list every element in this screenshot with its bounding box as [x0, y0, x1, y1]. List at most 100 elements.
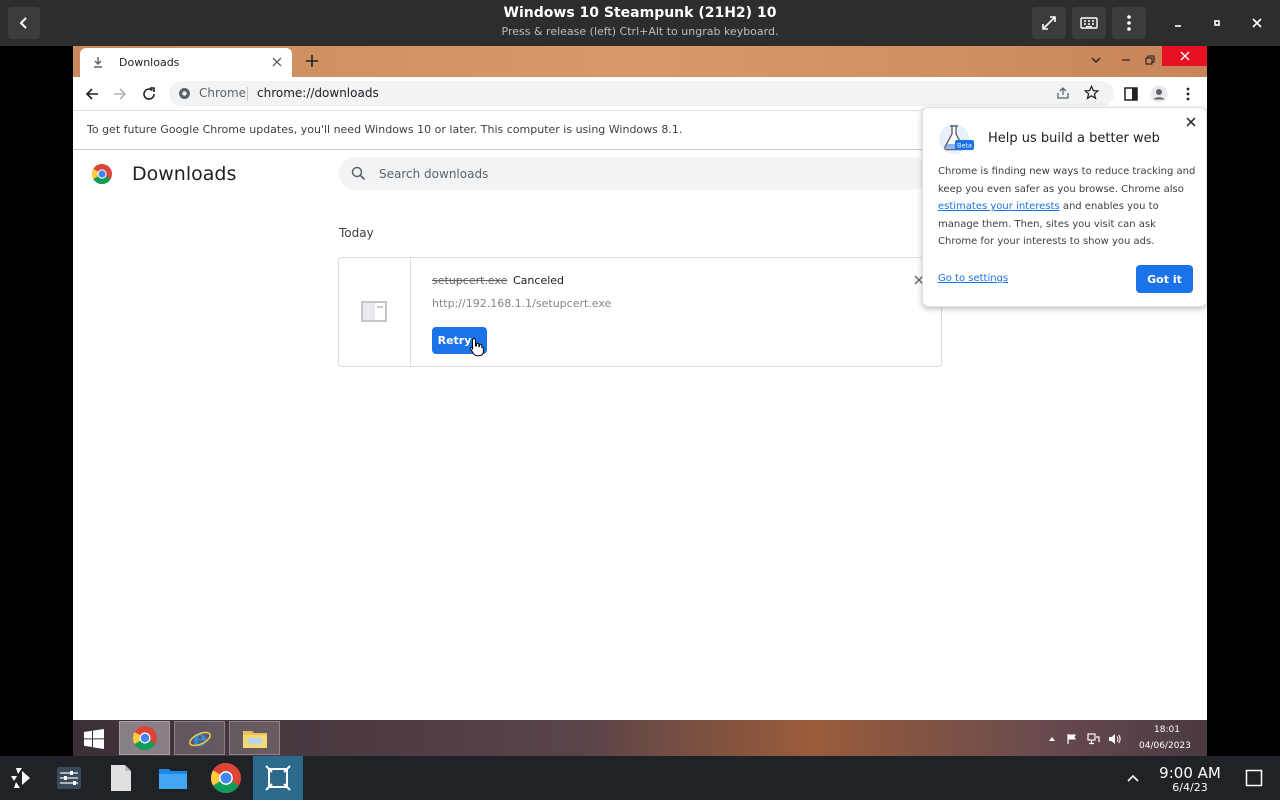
search-input[interactable]	[379, 157, 919, 190]
chevron-down-icon	[1091, 57, 1101, 64]
host-clock-date[interactable]: 6/4/23	[1130, 781, 1250, 794]
show-desktop-button[interactable]	[1238, 762, 1270, 794]
host-launcher-button[interactable]	[5, 762, 37, 794]
address-bar[interactable]: Chrome chrome://downloads	[169, 81, 1114, 106]
close-tab-icon[interactable]	[270, 55, 284, 69]
keyboard-icon	[1080, 17, 1098, 29]
bubble-body: Chrome is finding new ways to reduce tra…	[938, 163, 1196, 251]
host-minimize-button[interactable]	[1168, 13, 1188, 33]
minimize-icon	[1122, 59, 1130, 61]
host-settings-button[interactable]	[53, 762, 85, 794]
host-taskbar: 9:00 AM 6/4/23	[0, 756, 1280, 800]
chrome-logo-icon	[92, 164, 112, 184]
download-item: setupcert.exe Canceled http://192.168.1.…	[338, 257, 942, 367]
taskbar-file-explorer[interactable]	[229, 721, 280, 755]
host-maximize-button[interactable]	[1207, 13, 1227, 33]
tab-downloads[interactable]: Downloads	[80, 48, 292, 77]
download-url[interactable]: http://192.168.1.1/setupcert.exe	[432, 297, 611, 310]
chrome-menu-button[interactable]	[1178, 84, 1198, 104]
file-icon-cell	[339, 258, 411, 366]
menu-button[interactable]	[1112, 7, 1146, 39]
tray-action-center[interactable]	[1065, 732, 1079, 746]
close-icon	[1252, 18, 1262, 28]
estimates-interests-link[interactable]: estimates your interests	[938, 201, 1060, 212]
reload-button[interactable]	[139, 84, 159, 104]
tray-volume[interactable]	[1107, 732, 1121, 746]
window-restore-button[interactable]	[1140, 50, 1160, 70]
tab-strip: Downloads	[73, 46, 1207, 77]
keyboard-button[interactable]	[1072, 7, 1106, 39]
address-site-chip: Chrome	[199, 86, 247, 100]
bubble-title: Help us build a better web	[988, 131, 1160, 146]
fullscreen-button[interactable]	[1032, 7, 1066, 39]
new-tab-icon[interactable]	[303, 52, 321, 70]
search-icon	[351, 166, 366, 181]
more-vertical-icon	[1127, 15, 1131, 31]
browser-toolbar: Chrome chrome://downloads	[73, 77, 1207, 110]
network-icon	[1086, 733, 1100, 745]
flag-icon	[1067, 734, 1076, 744]
side-panel-icon	[1124, 87, 1138, 101]
restore-icon	[1145, 55, 1155, 65]
avatar-icon	[1150, 85, 1168, 103]
host-close-button[interactable]	[1247, 13, 1267, 33]
host-vm-viewer-button[interactable]	[262, 762, 294, 794]
chrome-icon	[132, 726, 157, 750]
launcher-icon	[11, 768, 30, 788]
maximize-icon	[1214, 20, 1220, 26]
folder-icon	[242, 731, 267, 748]
arrow-left-icon	[85, 88, 98, 100]
file-icon	[361, 301, 387, 322]
share-icon[interactable]	[1056, 86, 1070, 100]
host-clock-time[interactable]: 9:00 AM	[1130, 764, 1250, 782]
taskbar-chrome[interactable]	[119, 721, 170, 755]
tab-title: Downloads	[119, 56, 180, 69]
hand-cursor-icon	[470, 337, 484, 357]
folder-icon	[159, 769, 187, 789]
sliders-icon	[57, 767, 81, 789]
profile-button[interactable]	[1149, 84, 1169, 104]
svg-text:e: e	[193, 726, 207, 750]
host-chrome-button[interactable]	[210, 762, 242, 794]
bubble-body-text-1: Chrome is finding new ways to reduce tra…	[938, 166, 1196, 195]
expand-icon	[1042, 16, 1056, 30]
side-panel-button[interactable]	[1121, 84, 1141, 104]
desktop-icon	[1245, 769, 1263, 787]
close-bubble-icon[interactable]	[1184, 115, 1198, 129]
privacy-bubble: Beta Help us build a better web Chrome i…	[922, 107, 1207, 307]
speaker-icon	[1108, 734, 1121, 744]
window-close-button[interactable]	[1162, 46, 1207, 66]
date-section-label: Today	[339, 226, 374, 240]
host-text-editor-button[interactable]	[105, 762, 137, 794]
document-icon	[111, 765, 131, 791]
address-url[interactable]: chrome://downloads	[257, 86, 379, 100]
windows-start-icon[interactable]	[83, 728, 105, 750]
taskbar-internet-explorer[interactable]: e	[174, 721, 225, 755]
download-filename[interactable]: setupcert.exe	[432, 274, 507, 287]
tray-overflow-button[interactable]	[1045, 732, 1059, 746]
star-icon[interactable]	[1084, 85, 1099, 100]
tray-network[interactable]	[1086, 732, 1100, 746]
chrome-icon	[211, 763, 241, 793]
window-minimize-button[interactable]	[1116, 50, 1136, 70]
close-icon	[1180, 51, 1189, 61]
chrome-site-icon	[179, 88, 190, 99]
page-title: Downloads	[132, 163, 237, 185]
tab-search-button[interactable]	[1086, 50, 1106, 70]
infobar-text: To get future Google Chrome updates, you…	[87, 123, 683, 136]
more-vertical-icon	[1186, 87, 1190, 101]
address-separator	[247, 87, 248, 101]
back-button[interactable]	[82, 84, 102, 104]
internet-explorer-icon: e	[188, 726, 211, 750]
got-it-button[interactable]: Got it	[1136, 265, 1193, 293]
forward-button[interactable]	[110, 84, 130, 104]
guest-clock-date[interactable]: 04/06/2023	[1139, 741, 1191, 751]
vm-icon	[265, 765, 291, 791]
go-to-settings-link[interactable]: Go to settings	[938, 273, 1008, 284]
download-status: Canceled	[513, 274, 565, 287]
beta-flask-icon: Beta	[939, 124, 974, 154]
guest-clock-time[interactable]: 18:01	[1154, 725, 1180, 735]
chevron-up-icon	[1049, 737, 1055, 741]
guest-taskbar: e 18:01 04/06/2023	[73, 720, 1207, 756]
host-file-manager-button[interactable]	[157, 762, 189, 794]
